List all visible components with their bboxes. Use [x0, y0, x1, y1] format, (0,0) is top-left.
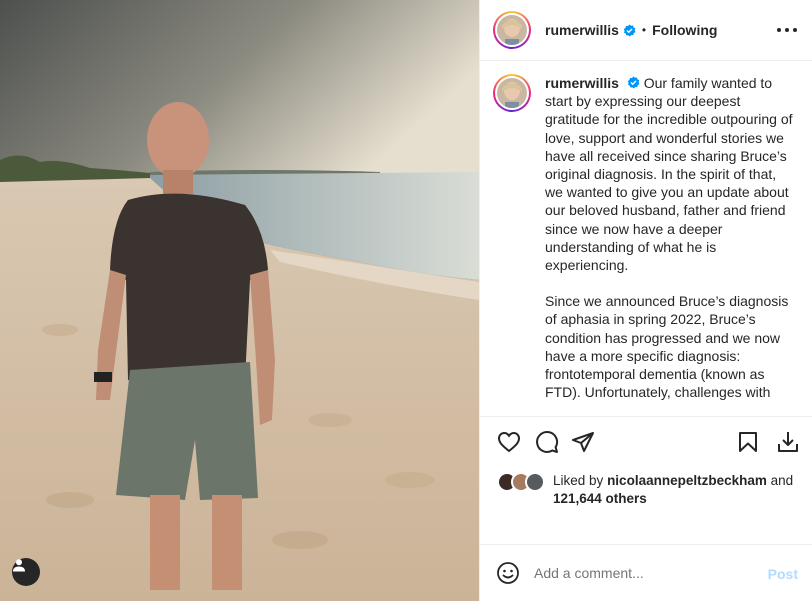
download-icon	[778, 432, 798, 452]
download-button[interactable]	[774, 428, 802, 456]
tagged-users-button[interactable]	[12, 558, 40, 586]
caption-paragraph-1: Our family wanted to start by expressing…	[545, 75, 793, 274]
heart-icon	[497, 431, 521, 453]
post-photo[interactable]	[0, 0, 479, 601]
author-username[interactable]: rumerwillis	[545, 22, 619, 38]
comment-icon	[536, 431, 559, 453]
action-bar	[480, 428, 812, 460]
liker-avatars	[497, 472, 553, 492]
beach-photo-illustration	[0, 0, 479, 601]
avatar-image	[497, 78, 527, 108]
following-button[interactable]: Following	[652, 22, 717, 38]
like-button[interactable]	[495, 428, 523, 456]
liked-by-user[interactable]: nicolaannepeltzbeckham	[607, 473, 767, 488]
verified-badge-icon	[627, 76, 640, 89]
caption: rumerwillis Our family wanted to start b…	[480, 62, 812, 416]
author-avatar[interactable]	[493, 11, 531, 49]
paper-plane-icon	[572, 432, 594, 452]
save-button[interactable]	[734, 428, 762, 456]
post-comment-button[interactable]: Post	[768, 566, 798, 582]
caption-paragraph-2: Since we announced Bruce’s diagnosis of …	[545, 293, 789, 401]
post-header: rumerwillis • Following	[480, 0, 812, 61]
user-tag-icon	[13, 559, 25, 572]
liked-by-prefix: Liked by	[553, 473, 604, 488]
comment-bar: Post	[480, 544, 812, 601]
instagram-post: rumerwillis • Following rumerwillis Our …	[0, 0, 812, 601]
caption-text: rumerwillis Our family wanted to start b…	[545, 74, 795, 416]
avatar-image	[497, 15, 527, 45]
emoji-icon[interactable]	[496, 561, 520, 585]
caption-author-avatar[interactable]	[493, 74, 531, 112]
caption-username[interactable]: rumerwillis	[545, 75, 619, 91]
verified-badge-icon	[623, 23, 636, 36]
likes-summary: Liked by nicolaannepeltzbeckham and 121,…	[497, 472, 807, 508]
comment-button[interactable]	[533, 428, 561, 456]
divider	[480, 416, 812, 417]
more-options-icon[interactable]	[777, 22, 797, 38]
share-button[interactable]	[569, 428, 597, 456]
liked-by-conjunction: and	[770, 473, 794, 488]
likes-count[interactable]: 121,644 others	[553, 491, 647, 506]
likes-text: Liked by nicolaannepeltzbeckham and 121,…	[553, 472, 807, 508]
comment-input[interactable]	[534, 565, 754, 581]
bookmark-icon	[739, 432, 757, 452]
post-sidebar: rumerwillis • Following rumerwillis Our …	[479, 0, 812, 601]
liker-avatar[interactable]	[525, 472, 545, 492]
header-separator: •	[641, 23, 647, 37]
